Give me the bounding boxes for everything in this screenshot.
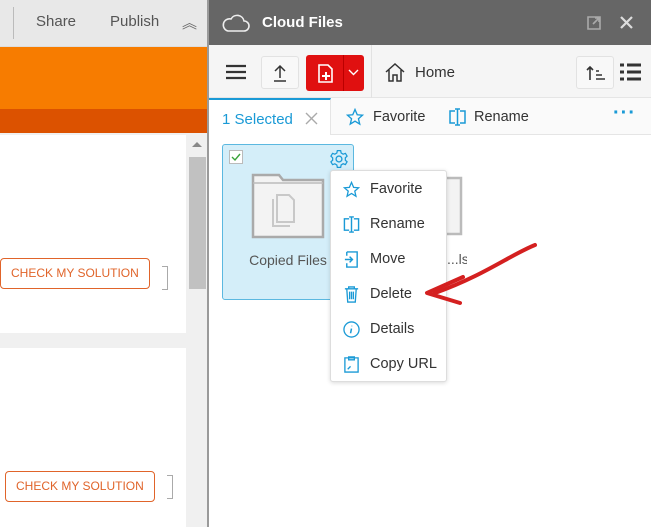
menu-item-label: Details [370,321,415,337]
star-icon[interactable] [346,108,364,126]
rename-button[interactable]: Rename [474,109,529,125]
sort-button[interactable] [576,56,614,89]
menu-icon[interactable] [226,64,246,80]
exercise-card: CHECK MY SOLUTION [0,348,186,527]
panel-title: Cloud Files [262,14,343,31]
scrollbar-thumb[interactable] [189,157,206,289]
title-bar: Cloud Files [209,0,651,45]
menu-item-label: Favorite [370,181,423,197]
breadcrumb-home[interactable]: Home [415,64,455,81]
clipboard-icon [344,355,359,373]
menu-item-copy-url[interactable]: Copy URL [343,354,437,374]
cloud-icon [222,14,250,32]
menu-item-favorite[interactable]: Favorite [343,179,422,199]
check-solution-button[interactable]: CHECK MY SOLUTION [0,258,150,289]
menu-item-label: Delete [370,286,412,302]
scroll-up-icon[interactable] [192,142,202,147]
trash-icon [344,285,359,303]
menu-item-delete[interactable]: Delete [343,284,412,304]
upload-icon [274,64,286,82]
orange-banner [0,47,208,109]
folder-icon [251,173,325,239]
star-icon [343,180,360,198]
divider [343,55,344,91]
orange-subbar [0,109,208,133]
toolbar: Home [209,45,651,98]
annotation-arrow-icon [425,243,537,305]
selection-bar: 1 Selected Favorite Rename ··· [209,98,651,135]
check-solution-button[interactable]: CHECK MY SOLUTION [5,471,155,502]
menu-item-move[interactable]: Move [343,249,405,269]
rename-icon[interactable] [449,108,466,126]
upload-button[interactable] [261,56,299,89]
checkbox[interactable] [229,150,243,164]
close-icon[interactable] [620,16,633,29]
divider [13,7,14,39]
popout-icon[interactable] [587,16,601,30]
menu-item-details[interactable]: Details [343,319,414,339]
clear-selection-icon[interactable] [305,112,318,125]
home-icon[interactable] [384,62,406,82]
left-top-bar: Share Publish ︽ [0,0,208,47]
sort-icon [586,65,605,80]
selection-tab[interactable]: 1 Selected [209,98,331,135]
collapse-chevron-icon[interactable]: ︽ [182,12,197,33]
bracket-icon [162,266,168,290]
more-icon[interactable]: ··· [613,102,636,125]
new-file-icon [318,64,333,83]
new-file-button[interactable] [306,55,364,91]
gear-icon[interactable] [329,149,349,169]
publish-button[interactable]: Publish [110,13,159,30]
bracket-icon [167,475,173,499]
menu-item-rename[interactable]: Rename [343,214,425,234]
menu-item-label: Copy URL [370,356,437,372]
menu-item-label: Move [370,251,406,267]
divider [371,45,372,98]
selected-count: 1 Selected [222,111,293,128]
info-icon [343,320,360,338]
move-icon [344,250,358,268]
favorite-button[interactable]: Favorite [373,109,425,125]
exercise-card: CHECK MY SOLUTION [0,135,186,333]
check-icon [231,153,241,162]
list-view-icon[interactable] [620,63,641,81]
share-button[interactable]: Share [36,13,76,30]
left-panel: Share Publish ︽ CHECK MY SOLUTION CHECK … [0,0,208,527]
chevron-down-icon[interactable] [348,69,359,76]
menu-item-label: Rename [370,216,425,232]
rename-icon [343,215,360,233]
